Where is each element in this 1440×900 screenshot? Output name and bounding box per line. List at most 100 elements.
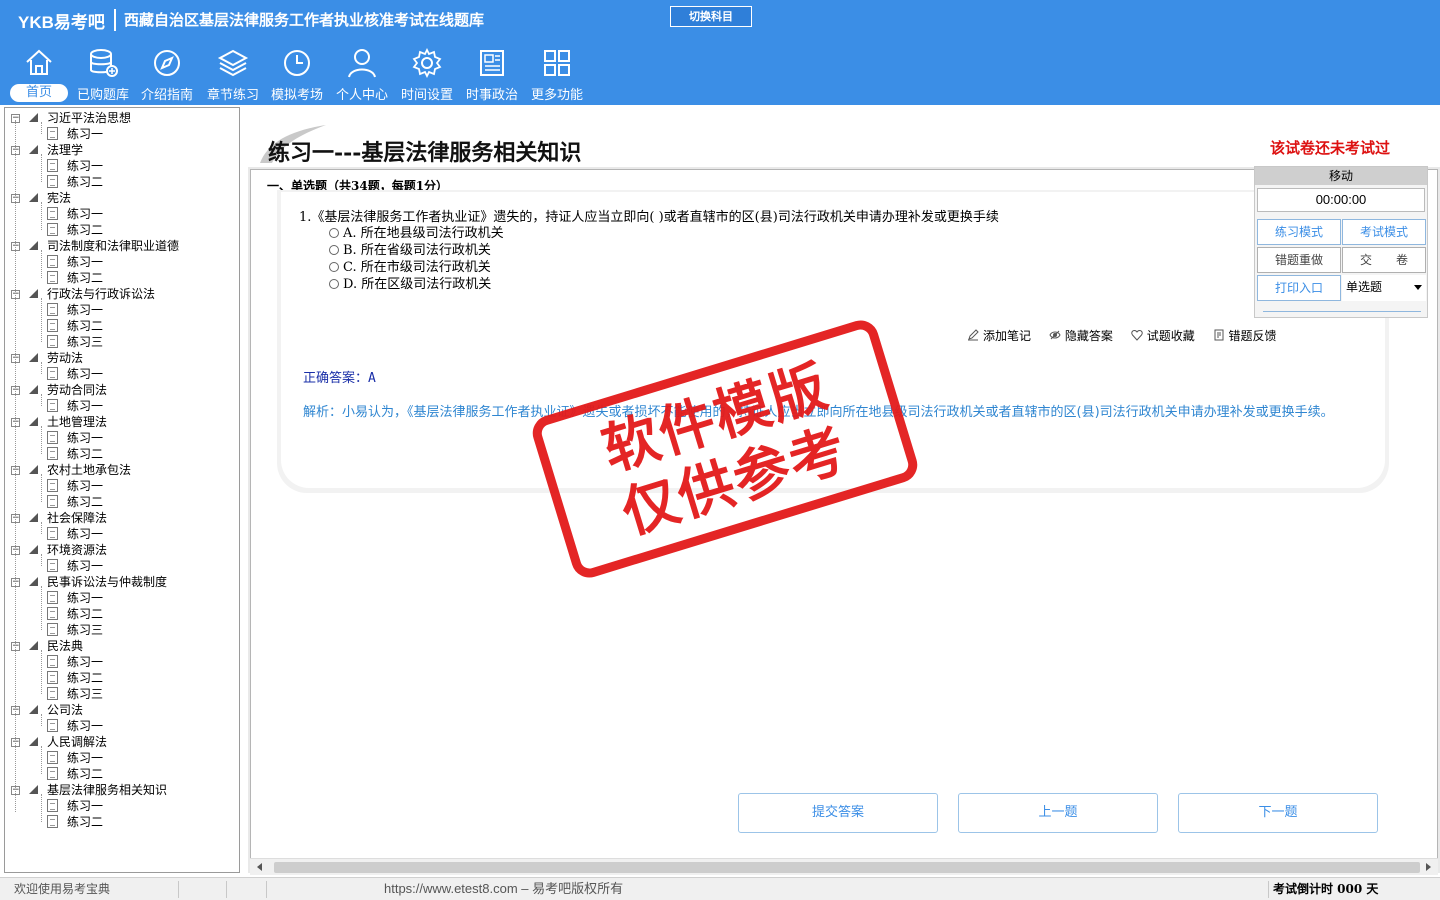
question-type-select[interactable]: 单选题 — [1342, 275, 1426, 301]
radio-icon[interactable] — [329, 279, 339, 289]
tree-chapter[interactable]: − 劳动法 — [5, 350, 235, 366]
tree-chapter-label: 行政法与行政诉讼法 — [47, 287, 156, 301]
tree-exercise[interactable]: 练习一 — [5, 718, 235, 734]
practice-mode-button[interactable]: 练习模式 — [1257, 219, 1341, 245]
tree-exercise[interactable]: 练习二 — [5, 766, 235, 782]
question-stem: 1.《基层法律服务工作者执业证》遗失的，持证人应当立即向( )或者直辖市的区(县… — [299, 210, 999, 225]
tree-exercise[interactable]: 练习二 — [5, 174, 235, 190]
submit-answer-button[interactable]: 提交答案 — [738, 793, 938, 833]
error-feedback-button[interactable]: 错题反馈 — [1213, 327, 1277, 344]
tree-exercise[interactable]: 练习一 — [5, 158, 235, 174]
tree-exercise[interactable]: 练习一 — [5, 478, 235, 494]
compass-icon — [154, 50, 180, 76]
tree-exercise[interactable]: 练习三 — [5, 334, 235, 350]
status-copyright: https://www.etest8.com – 易考吧版权所有 — [384, 881, 624, 896]
tree-chapter[interactable]: − 司法制度和法律职业道德 — [5, 238, 235, 254]
nav-guide[interactable]: 介绍指南 — [136, 46, 198, 104]
scroll-right-icon[interactable] — [1426, 863, 1431, 871]
tree-chapter-label: 司法制度和法律职业道德 — [47, 239, 180, 253]
tree-chapter[interactable]: − 劳动合同法 — [5, 382, 235, 398]
tree-chapter[interactable]: − 环境资源法 — [5, 542, 235, 558]
document-icon — [47, 799, 58, 812]
previous-question-button[interactable]: 上一题 — [958, 793, 1158, 833]
nav-chapter[interactable]: 章节练习 — [202, 46, 264, 104]
nav-more-label: 更多功能 — [530, 88, 583, 103]
tree-exercise[interactable]: 练习一 — [5, 398, 235, 414]
tree-chapter[interactable]: − 人民调解法 — [5, 734, 235, 750]
tree-exercise[interactable]: 练习一 — [5, 798, 235, 814]
tree-chapter[interactable]: − 农村土地承包法 — [5, 462, 235, 478]
radio-icon[interactable] — [329, 228, 339, 238]
tree-exercise[interactable]: 练习一 — [5, 302, 235, 318]
tree-exercise[interactable]: 练习一 — [5, 126, 235, 142]
option-d-label: D. 所在区级司法行政机关 — [343, 277, 492, 292]
nav-time-settings[interactable]: 时间设置 — [396, 46, 458, 104]
tree-exercise[interactable]: 练习一 — [5, 526, 235, 542]
print-button[interactable]: 打印入口 — [1257, 275, 1341, 301]
nav-profile[interactable]: 个人中心 — [331, 46, 393, 104]
redo-wrong-button[interactable]: 错题重做 — [1257, 247, 1341, 273]
tree-exercise-label: 练习一 — [67, 719, 104, 733]
tree-exercise[interactable]: 练习一 — [5, 206, 235, 222]
favorite-question-button[interactable]: 试题收藏 — [1131, 327, 1195, 344]
tree-exercise[interactable]: 练习一 — [5, 366, 235, 382]
tree-chapter[interactable]: − 土地管理法 — [5, 414, 235, 430]
horizontal-scrollbar[interactable] — [250, 858, 1438, 875]
tree-exercise[interactable]: 练习二 — [5, 814, 235, 830]
tree-chapter[interactable]: − 基层法律服务相关知识 — [5, 782, 235, 798]
nav-more[interactable]: 更多功能 — [526, 46, 588, 104]
tree-exercise[interactable]: 练习一 — [5, 254, 235, 270]
hide-answer-button[interactable]: 隐藏答案 — [1049, 327, 1113, 344]
tree-chapter[interactable]: − 公司法 — [5, 702, 235, 718]
tree-chapter[interactable]: − 法理学 — [5, 142, 235, 158]
tree-chapter-label: 社会保障法 — [47, 511, 108, 525]
tree-exercise[interactable]: 练习二 — [5, 606, 235, 622]
tree-exercise[interactable]: 练习二 — [5, 494, 235, 510]
nav-mock-exam[interactable]: 模拟考场 — [266, 46, 328, 104]
add-note-label: 添加笔记 — [983, 329, 1032, 343]
tree-exercise[interactable]: 练习三 — [5, 686, 235, 702]
nav-current-affairs[interactable]: 时事政治 — [461, 46, 523, 104]
tree-exercise[interactable]: 练习三 — [5, 622, 235, 638]
nav-purchased[interactable]: 已购题库 — [72, 46, 134, 104]
tree-exercise[interactable]: 练习一 — [5, 430, 235, 446]
tree-exercise[interactable]: 练习一 — [5, 558, 235, 574]
tree-chapter[interactable]: − 行政法与行政诉讼法 — [5, 286, 235, 302]
add-note-button[interactable]: 添加笔记 — [967, 327, 1031, 344]
tree-exercise[interactable]: 练习二 — [5, 446, 235, 462]
hand-in-button[interactable]: 交 卷 — [1342, 247, 1426, 273]
option-d[interactable]: D. 所在区级司法行政机关 — [329, 276, 491, 293]
scrollbar-thumb[interactable] — [274, 862, 1420, 873]
switch-subject-button[interactable]: 切换科目 — [670, 6, 752, 27]
document-icon — [47, 671, 58, 684]
tree-exercise[interactable]: 练习一 — [5, 654, 235, 670]
panel-divider — [1263, 311, 1421, 314]
tree-chapter[interactable]: − 社会保障法 — [5, 510, 235, 526]
panel-move-handle[interactable]: 移动 — [1255, 167, 1427, 185]
tree-exercise[interactable]: 练习二 — [5, 270, 235, 286]
document-icon — [47, 367, 58, 380]
tree-chapter[interactable]: − 宪法 — [5, 190, 235, 206]
document-icon — [47, 719, 58, 732]
radio-icon[interactable] — [329, 245, 339, 255]
tree-exercise-label: 练习一 — [67, 591, 104, 605]
tree-chapter[interactable]: − 民法典 — [5, 638, 235, 654]
scroll-left-icon[interactable] — [257, 863, 262, 871]
tree-exercise[interactable]: 练习二 — [5, 318, 235, 334]
tree-connector — [41, 298, 42, 342]
tree-exercise[interactable]: 练习一 — [5, 750, 235, 766]
next-question-button[interactable]: 下一题 — [1178, 793, 1378, 833]
option-a[interactable]: A. 所在地县级司法行政机关 — [329, 225, 504, 242]
option-c[interactable]: C. 所在市级司法行政机关 — [329, 259, 491, 276]
nav-home[interactable]: 首页 — [8, 46, 70, 104]
tree-chapter[interactable]: − 民事诉讼法与仲裁制度 — [5, 574, 235, 590]
exam-mode-button[interactable]: 考试模式 — [1342, 219, 1426, 245]
tree-exercise[interactable]: 练习二 — [5, 670, 235, 686]
option-b[interactable]: B. 所在省级司法行政机关 — [329, 242, 491, 259]
tree-exercise[interactable]: 练习二 — [5, 222, 235, 238]
tree-chapter-label: 劳动合同法 — [47, 383, 108, 397]
hide-answer-label: 隐藏答案 — [1064, 329, 1113, 343]
tree-exercise[interactable]: 练习一 — [5, 590, 235, 606]
radio-icon[interactable] — [329, 262, 339, 272]
tree-chapter[interactable]: − 习近平法治思想 — [5, 110, 235, 126]
